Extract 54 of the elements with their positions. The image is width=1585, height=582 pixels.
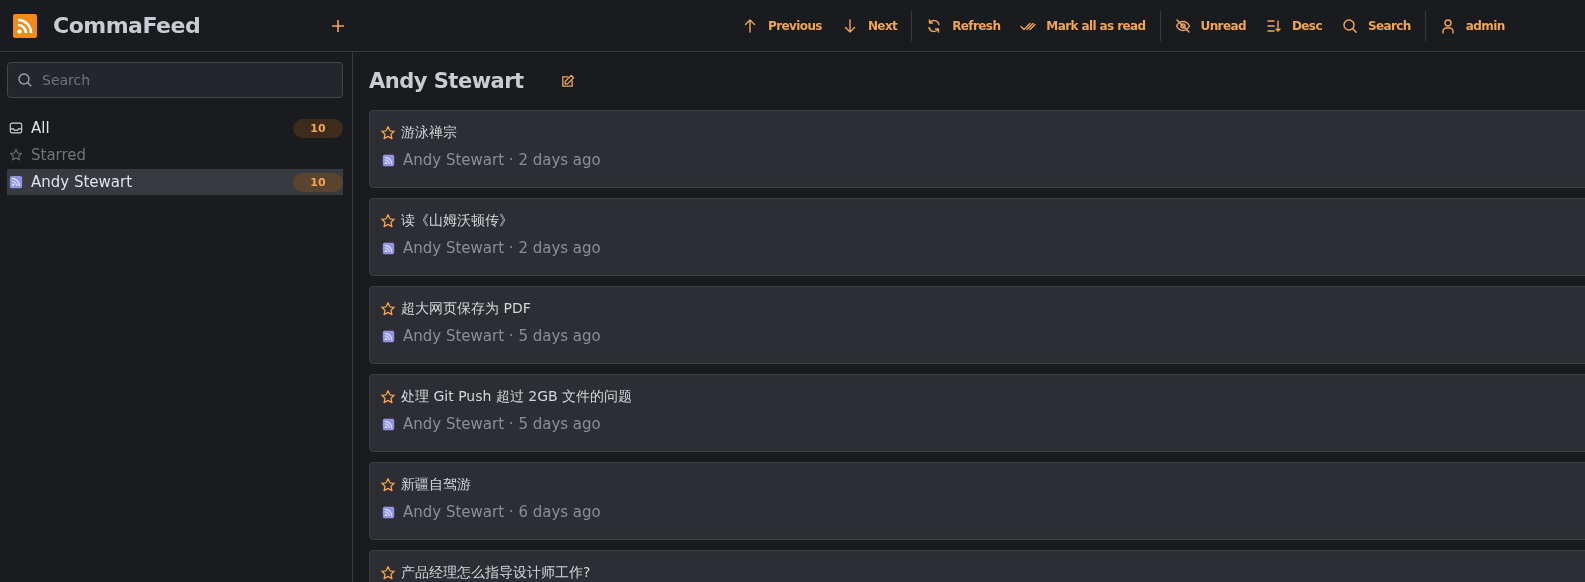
entry-meta: Andy Stewart · 5 days ago (403, 327, 601, 345)
unread-count-badge: 10 (293, 172, 343, 192)
entry-title: 处理 Git Push 超过 2GB 文件的问题 (401, 388, 633, 406)
toolbar-button[interactable]: Search (1331, 11, 1421, 40)
sidebar-item[interactable]: Andy Stewart 10 (7, 169, 343, 195)
toolbar-button[interactable]: Next (831, 11, 908, 40)
entry-meta: Andy Stewart · 2 days ago (403, 151, 601, 169)
entry-card[interactable]: 读《山姆沃顿传》 Andy Stewart · 2 days ago (369, 198, 1585, 276)
entry-card[interactable]: 新疆自驾游 Andy Stewart · 6 days ago (369, 462, 1585, 540)
arrow-up-icon (742, 17, 758, 34)
toolbar-button[interactable]: Unread (1164, 11, 1256, 40)
entry-title: 新疆自驾游 (401, 476, 471, 494)
eye-off-icon (1174, 17, 1191, 34)
rss-icon (382, 505, 395, 519)
entry-meta: Andy Stewart · 2 days ago (403, 239, 601, 257)
sidebar-item[interactable]: Starred (7, 142, 343, 168)
star-icon (9, 148, 23, 162)
toolbar-button[interactable]: Mark all as read (1010, 11, 1156, 40)
entry-card[interactable]: 处理 Git Push 超过 2GB 文件的问题 Andy Stewart · 5 days ago (369, 374, 1585, 452)
entry-title: 读《山姆沃顿传》 (401, 212, 513, 230)
star-icon[interactable] (380, 213, 396, 229)
star-icon[interactable] (380, 565, 396, 581)
app-title: CommaFeed (53, 13, 201, 38)
inbox-icon (9, 121, 23, 135)
toolbar-button[interactable]: Desc (1255, 11, 1332, 40)
rss-icon (9, 175, 23, 189)
feed-title: Andy Stewart (369, 69, 524, 93)
star-icon[interactable] (380, 389, 396, 405)
rss-icon (382, 153, 395, 167)
search-icon (1341, 17, 1358, 34)
entry-title: 产品经理怎么指导设计师工作? (401, 564, 591, 582)
logo-icon (13, 13, 37, 38)
entry-title: 游泳禅宗 (401, 124, 457, 142)
sort-icon (1265, 17, 1282, 34)
entry-card[interactable]: 产品经理怎么指导设计师工作? (369, 550, 1585, 582)
star-icon[interactable] (380, 477, 396, 493)
toolbar-button[interactable]: Refresh (916, 11, 1011, 40)
search-field[interactable]: Search (7, 62, 343, 98)
star-icon[interactable] (380, 125, 396, 141)
entry-card[interactable]: 超大网页保存为 PDF Andy Stewart · 5 days ago (369, 286, 1585, 364)
entry-meta: Andy Stewart · 6 days ago (403, 503, 601, 521)
entry-meta: Andy Stewart · 5 days ago (403, 415, 601, 433)
sidebar-item[interactable]: All 10 (7, 115, 343, 141)
entry-title: 超大网页保存为 PDF (401, 300, 531, 318)
rss-icon (382, 417, 395, 431)
star-icon[interactable] (380, 301, 396, 317)
unread-count-badge: 10 (293, 118, 343, 138)
entry-card[interactable]: 游泳禅宗 Andy Stewart · 2 days ago (369, 110, 1585, 188)
toolbar-button[interactable]: Previous (732, 11, 832, 40)
rss-icon (382, 241, 395, 255)
user-icon (1439, 17, 1456, 34)
refresh-icon (926, 17, 943, 34)
profile-button[interactable]: admin (1429, 11, 1515, 40)
rss-icon (382, 329, 395, 343)
